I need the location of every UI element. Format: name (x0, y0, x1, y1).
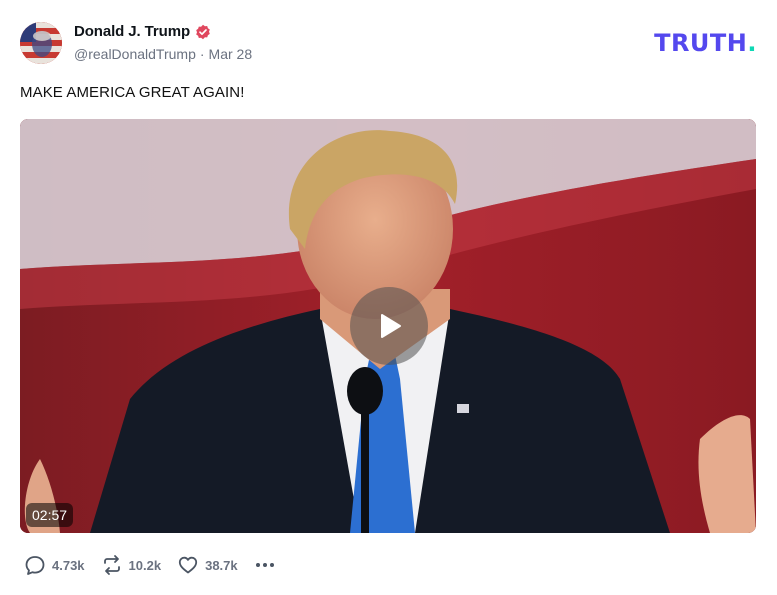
reply-icon (25, 556, 45, 575)
more-dots-icon[interactable] (255, 559, 274, 571)
like-button[interactable]: 38.7k (177, 554, 238, 576)
reply-count: 4.73k (52, 557, 85, 573)
heart-icon (178, 556, 198, 574)
more-dot (262, 563, 267, 567)
post-card: Donald J. Trump @realDonaldTrump · Mar 2… (0, 0, 777, 595)
author-name-row: Donald J. Trump (74, 23, 211, 40)
retruth-button[interactable]: 10.2k (101, 554, 162, 576)
post-date[interactable]: Mar 28 (209, 46, 253, 62)
post-text: MAKE AMERICA GREAT AGAIN! (20, 84, 245, 101)
logo-text: TRUTH (654, 29, 748, 57)
retruth-icon (103, 555, 120, 575)
play-icon (381, 314, 401, 338)
verified-badge-icon (195, 24, 211, 40)
author-display-name[interactable]: Donald J. Trump (74, 23, 190, 40)
like-count: 38.7k (205, 557, 238, 573)
reply-button[interactable]: 4.73k (24, 554, 85, 576)
more-dot (255, 563, 260, 567)
author-handle[interactable]: @realDonaldTrump (74, 46, 196, 62)
author-meta-row: @realDonaldTrump · Mar 28 (74, 46, 252, 62)
video-player[interactable]: 02:57 (20, 119, 756, 533)
avatar[interactable] (20, 22, 62, 64)
more-dot (269, 563, 274, 567)
play-button[interactable] (350, 287, 428, 365)
meta-separator: · (199, 46, 205, 62)
truth-logo[interactable]: TRUTH. (654, 29, 757, 57)
video-duration: 02:57 (26, 503, 74, 527)
logo-dot: . (747, 29, 757, 57)
retruth-count: 10.2k (128, 557, 162, 573)
post-actions: 4.73k 10.2k 38.7k (24, 553, 274, 577)
